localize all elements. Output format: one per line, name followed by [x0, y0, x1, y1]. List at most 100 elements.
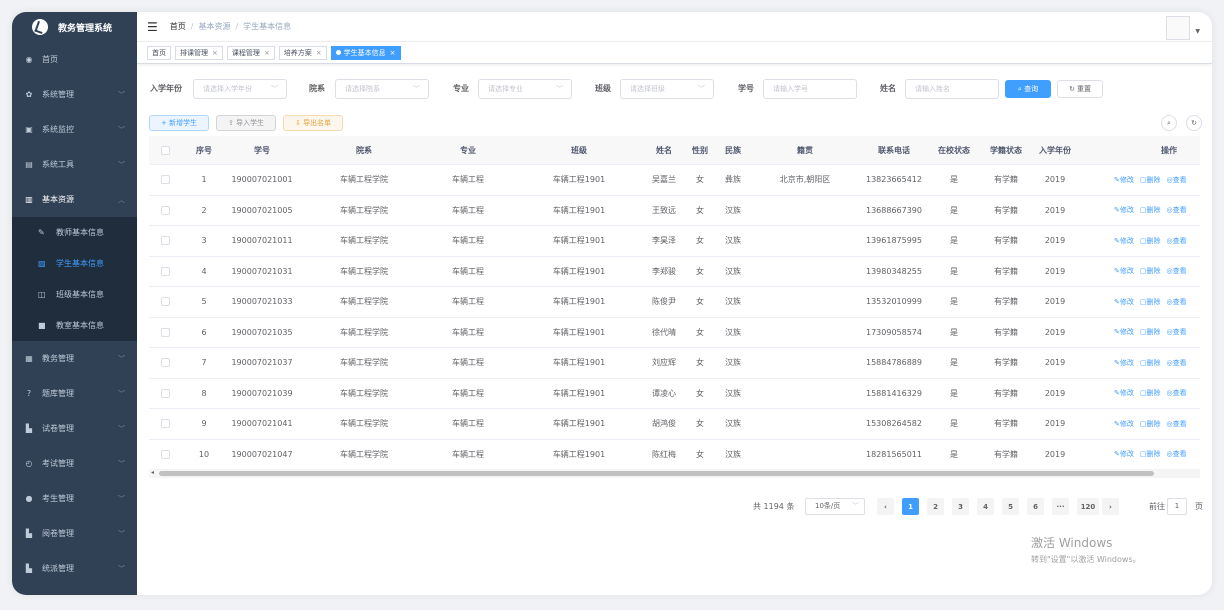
row-checkbox[interactable]	[161, 175, 170, 185]
close-icon[interactable]: ×	[390, 47, 396, 59]
close-icon[interactable]: ×	[212, 47, 218, 59]
sidebar-item-academic[interactable]: ▦ 教务管理 ﹀	[12, 341, 137, 376]
view-link[interactable]: ◎查看	[1167, 175, 1187, 185]
edit-link[interactable]: ✎修改	[1114, 266, 1134, 276]
row-checkbox[interactable]	[161, 327, 170, 337]
edit-link[interactable]: ✎修改	[1114, 358, 1134, 368]
close-icon[interactable]: ×	[316, 47, 322, 59]
scroll-thumb[interactable]	[159, 471, 1154, 476]
page-button[interactable]: 1	[902, 498, 919, 515]
edit-link[interactable]: ✎修改	[1114, 297, 1134, 307]
refresh-icon[interactable]: ↻	[1186, 115, 1202, 131]
delete-link[interactable]: ▢删除	[1140, 297, 1161, 307]
view-link[interactable]: ◎查看	[1167, 358, 1187, 368]
row-checkbox[interactable]	[161, 358, 170, 368]
search-button[interactable]: ⌕ 查询	[1005, 80, 1051, 98]
sidebar-item-teacher-info[interactable]: ✎ 教师基本信息	[12, 217, 137, 248]
page-button[interactable]: 5	[1002, 498, 1019, 515]
view-link[interactable]: ◎查看	[1167, 449, 1187, 459]
view-link[interactable]: ◎查看	[1167, 327, 1187, 337]
sidebar-item-class-info[interactable]: ◫ 班级基本信息	[12, 279, 137, 310]
sidebar-item-candidates[interactable]: ● 考生管理 ﹀	[12, 481, 137, 516]
edit-link[interactable]: ✎修改	[1114, 236, 1134, 246]
breadcrumb-item[interactable]: 基本资源	[198, 22, 230, 31]
sidebar-item-exams[interactable]: ◴ 考试管理 ﹀	[12, 446, 137, 481]
delete-link[interactable]: ▢删除	[1140, 236, 1161, 246]
enroll-year-select[interactable]: 请选择入学年份 ﹀	[193, 79, 287, 99]
student-id-input[interactable]: 请输入学号	[763, 79, 857, 99]
delete-link[interactable]: ▢删除	[1140, 419, 1161, 429]
view-link[interactable]: ◎查看	[1167, 297, 1187, 307]
view-link[interactable]: ◎查看	[1167, 388, 1187, 398]
add-student-button[interactable]: + 新增学生	[149, 115, 209, 131]
app-logo[interactable]: 教务管理系统	[12, 12, 137, 42]
breadcrumb-item[interactable]: 首页	[170, 22, 186, 31]
page-button[interactable]: 3	[952, 498, 969, 515]
view-link[interactable]: ◎查看	[1167, 419, 1187, 429]
sidebar-item-grading[interactable]: ▙ 阅卷管理 ﹀	[12, 516, 137, 551]
view-link[interactable]: ◎查看	[1167, 205, 1187, 215]
delete-link[interactable]: ▢删除	[1140, 205, 1161, 215]
sidebar-item-room-info[interactable]: ■ 教室基本信息	[12, 310, 137, 341]
class-select[interactable]: 请选择班级 ﹀	[620, 79, 714, 99]
delete-link[interactable]: ▢删除	[1140, 175, 1161, 185]
row-checkbox[interactable]	[161, 205, 170, 215]
edit-link[interactable]: ✎修改	[1114, 175, 1134, 185]
import-student-button[interactable]: ⇪ 导入学生	[216, 115, 276, 131]
sidebar-item-dispatch[interactable]: ▙ 统派管理 ﹀	[12, 551, 137, 586]
sidebar-item-dashboard[interactable]: ◉ 首页	[12, 42, 137, 77]
delete-link[interactable]: ▢删除	[1140, 266, 1161, 276]
export-list-button[interactable]: ⇩ 导出名单	[283, 115, 343, 131]
edit-link[interactable]: ✎修改	[1114, 327, 1134, 337]
search-toggle-icon[interactable]: ⌕	[1161, 115, 1177, 131]
row-checkbox[interactable]	[161, 266, 170, 276]
edit-link[interactable]: ✎修改	[1114, 449, 1134, 459]
more-pages-button[interactable]: ···	[1052, 498, 1069, 515]
sidebar-item-resources[interactable]: ▥ 基本资源 ︿	[12, 182, 137, 217]
tab-home[interactable]: 首页	[147, 45, 171, 60]
view-link[interactable]: ◎查看	[1167, 236, 1187, 246]
row-checkbox[interactable]	[161, 297, 170, 307]
sidebar-item-tools[interactable]: ▤ 系统工具 ﹀	[12, 147, 137, 182]
page-button[interactable]: 120	[1077, 498, 1099, 515]
sidebar-item-questions[interactable]: ? 题库管理 ﹀	[12, 376, 137, 411]
delete-link[interactable]: ▢删除	[1140, 388, 1161, 398]
row-checkbox[interactable]	[161, 236, 170, 246]
row-checkbox[interactable]	[161, 449, 170, 459]
scroll-left-icon[interactable]: ◂	[151, 469, 154, 476]
hamburger-icon[interactable]: ☰	[147, 20, 158, 34]
next-page-button[interactable]: ›	[1102, 498, 1119, 515]
delete-link[interactable]: ▢删除	[1140, 327, 1161, 337]
caret-down-icon[interactable]: ▼	[1195, 28, 1200, 35]
edit-link[interactable]: ✎修改	[1114, 205, 1134, 215]
row-checkbox[interactable]	[161, 419, 170, 429]
goto-page-input[interactable]: 1	[1167, 498, 1187, 515]
tab-course[interactable]: 课程管理 ×	[226, 45, 275, 60]
page-button[interactable]: 2	[927, 498, 944, 515]
page-button[interactable]: 4	[977, 498, 994, 515]
page-size-select[interactable]: 10条/页 ﹀	[805, 498, 865, 515]
avatar[interactable]	[1166, 16, 1190, 40]
view-link[interactable]: ◎查看	[1167, 266, 1187, 276]
sidebar-item-papers[interactable]: ▙ 试卷管理 ﹀	[12, 411, 137, 446]
college-select[interactable]: 请选择院系 ﹀	[335, 79, 429, 99]
horizontal-scrollbar[interactable]: ◂	[149, 469, 1200, 478]
edit-link[interactable]: ✎修改	[1114, 419, 1134, 429]
edit-link[interactable]: ✎修改	[1114, 388, 1134, 398]
sidebar-item-student-info[interactable]: ▨ 学生基本信息	[12, 248, 137, 279]
name-input[interactable]: 请输入姓名	[905, 79, 999, 99]
delete-link[interactable]: ▢删除	[1140, 358, 1161, 368]
major-select[interactable]: 请选择专业 ﹀	[478, 79, 572, 99]
prev-page-button[interactable]: ‹	[877, 498, 894, 515]
delete-link[interactable]: ▢删除	[1140, 449, 1161, 459]
row-checkbox[interactable]	[161, 388, 170, 398]
reset-button[interactable]: ↻ 重置	[1057, 80, 1103, 98]
select-all-checkbox[interactable]	[161, 145, 170, 155]
tab-schedule[interactable]: 排课管理 ×	[175, 45, 223, 60]
tab-plan[interactable]: 培养方案 ×	[278, 45, 327, 60]
tab-student-info[interactable]: 学生基本信息 ×	[330, 45, 401, 60]
close-icon[interactable]: ×	[264, 47, 270, 59]
page-button[interactable]: 6	[1027, 498, 1044, 515]
sidebar-item-system[interactable]: ✿ 系统管理 ﹀	[12, 77, 137, 112]
sidebar-item-monitor[interactable]: ▣ 系统监控 ﹀	[12, 112, 137, 147]
